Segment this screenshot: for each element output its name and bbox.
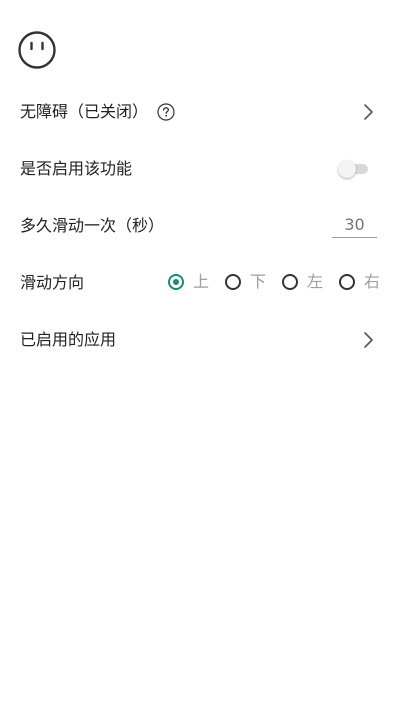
direction-label: 滑动方向 — [20, 272, 85, 292]
question-circle-icon[interactable] — [157, 102, 175, 121]
direction-row: 滑动方向 上 下 左 右 — [0, 254, 400, 311]
radio-circle — [282, 273, 298, 290]
interval-input[interactable] — [332, 211, 377, 238]
direction-radio-group: 上 下 左 右 — [168, 271, 383, 295]
radio-label: 上 — [193, 271, 210, 291]
radio-label: 下 — [250, 271, 267, 291]
chevron-right-icon — [364, 103, 373, 120]
enable-feature-toggle[interactable] — [338, 159, 370, 179]
radio-circle — [225, 273, 241, 290]
face-icon — [18, 31, 56, 69]
enabled-apps-label: 已启用的应用 — [20, 329, 117, 349]
interval-label: 多久滑动一次（秒） — [20, 215, 165, 235]
enable-feature-label: 是否启用该功能 — [20, 158, 133, 178]
accessibility-label: 无障碍（已关闭） — [20, 101, 149, 121]
radio-label: 右 — [364, 271, 381, 291]
enabled-apps-row[interactable]: 已启用的应用 — [0, 311, 400, 368]
radio-circle — [339, 273, 355, 290]
chevron-right-icon — [364, 331, 373, 348]
toggle-thumb — [338, 159, 356, 178]
radio-label: 左 — [307, 271, 324, 291]
enable-feature-row: 是否启用该功能 — [0, 140, 400, 197]
accessibility-row[interactable]: 无障碍（已关闭） — [0, 83, 400, 140]
interval-row: 多久滑动一次（秒） — [0, 197, 400, 254]
radio-circle — [168, 273, 184, 290]
